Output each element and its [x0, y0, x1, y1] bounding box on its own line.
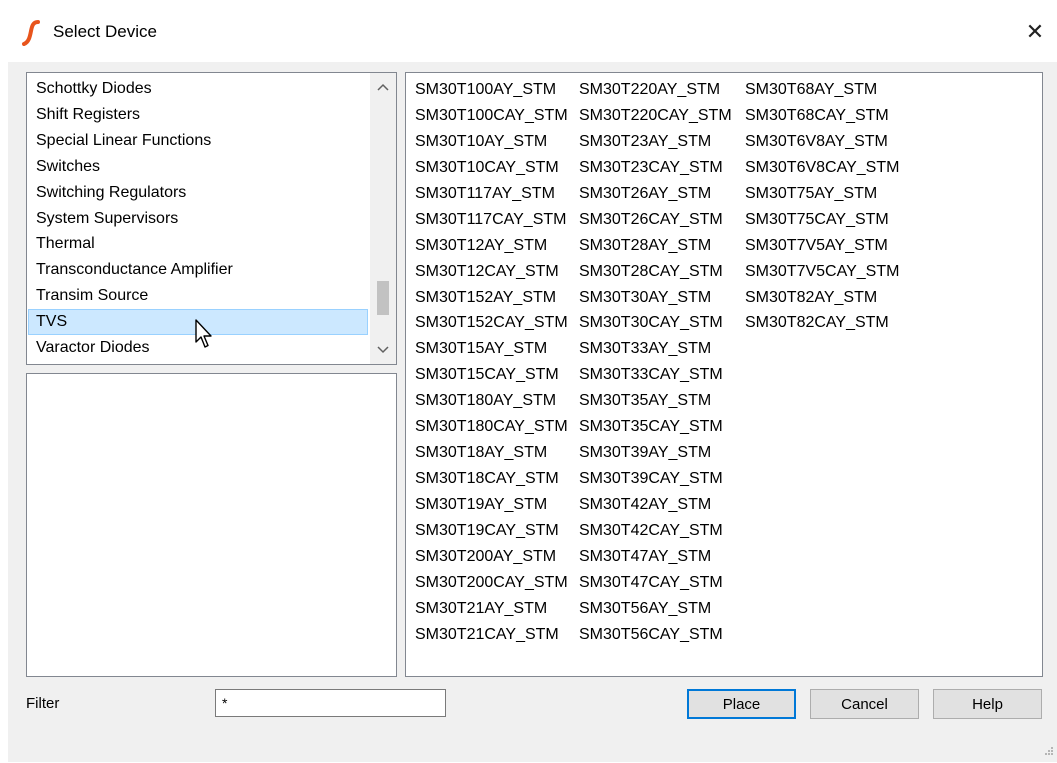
device-item[interactable]: SM30T100CAY_STM — [415, 103, 568, 129]
device-item[interactable]: SM30T12AY_STM — [415, 233, 568, 259]
device-item[interactable]: SM30T82CAY_STM — [745, 310, 899, 336]
device-item[interactable]: SM30T75CAY_STM — [745, 207, 899, 233]
category-item[interactable]: Transim Source — [28, 283, 368, 309]
device-item[interactable]: SM30T30CAY_STM — [579, 310, 732, 336]
scroll-thumb[interactable] — [377, 281, 389, 315]
device-item[interactable]: SM30T68CAY_STM — [745, 103, 899, 129]
window-title: Select Device — [53, 22, 157, 41]
device-item[interactable]: SM30T30AY_STM — [579, 285, 732, 311]
device-item[interactable]: SM30T35AY_STM — [579, 388, 732, 414]
device-item[interactable]: SM30T26AY_STM — [579, 181, 732, 207]
category-item[interactable]: System Supervisors — [28, 206, 368, 232]
device-item[interactable]: SM30T12CAY_STM — [415, 259, 568, 285]
device-item[interactable]: SM30T100AY_STM — [415, 77, 568, 103]
device-item[interactable]: SM30T28CAY_STM — [579, 259, 732, 285]
device-item[interactable]: SM30T19AY_STM — [415, 492, 568, 518]
place-button[interactable]: Place — [687, 689, 796, 719]
device-item[interactable]: SM30T19CAY_STM — [415, 518, 568, 544]
cancel-button[interactable]: Cancel — [810, 689, 919, 719]
device-item[interactable]: SM30T7V5CAY_STM — [745, 259, 899, 285]
device-item[interactable]: SM30T33CAY_STM — [579, 362, 732, 388]
device-item[interactable]: SM30T117AY_STM — [415, 181, 568, 207]
device-item[interactable]: SM30T56AY_STM — [579, 596, 732, 622]
device-item[interactable]: SM30T6V8AY_STM — [745, 129, 899, 155]
category-item[interactable]: Transconductance Amplifier — [28, 257, 368, 283]
category-item[interactable]: Schottky Diodes — [28, 76, 368, 102]
device-item[interactable]: SM30T23AY_STM — [579, 129, 732, 155]
device-column: SM30T68AY_STM SM30T68CAY_STM SM30T6V8AY_ST… — [745, 77, 899, 336]
device-item[interactable]: SM30T180CAY_STM — [415, 414, 568, 440]
filter-label: Filter — [26, 695, 60, 712]
device-column: SM30T100AY_STM SM30T100CAY_STM SM30T10AY_S… — [415, 77, 568, 648]
close-button[interactable]: ✕ — [1017, 14, 1053, 50]
device-item[interactable]: SM30T15AY_STM — [415, 336, 568, 362]
filter-input[interactable] — [215, 689, 446, 717]
scroll-down-arrow[interactable] — [370, 338, 396, 362]
device-item[interactable]: SM30T33AY_STM — [579, 336, 732, 362]
device-item[interactable]: SM30T152CAY_STM — [415, 310, 568, 336]
device-item[interactable]: SM30T117CAY_STM — [415, 207, 568, 233]
category-scrollbar[interactable] — [370, 73, 396, 364]
device-item[interactable]: SM30T56CAY_STM — [579, 622, 732, 648]
device-description-panel — [26, 373, 397, 677]
device-item[interactable]: SM30T15CAY_STM — [415, 362, 568, 388]
device-item[interactable]: SM30T21AY_STM — [415, 596, 568, 622]
device-item[interactable]: SM30T28AY_STM — [579, 233, 732, 259]
device-item[interactable]: SM30T18CAY_STM — [415, 466, 568, 492]
title-bar: Select Device ✕ — [0, 0, 1057, 62]
device-item[interactable]: SM30T10AY_STM — [415, 129, 568, 155]
device-list[interactable]: SM30T100AY_STM SM30T100CAY_STM SM30T10AY_S… — [405, 72, 1043, 677]
simetrix-logo-icon — [21, 20, 43, 46]
device-item[interactable]: SM30T42CAY_STM — [579, 518, 732, 544]
help-button[interactable]: Help — [933, 689, 1042, 719]
device-item[interactable]: SM30T10CAY_STM — [415, 155, 568, 181]
category-item[interactable]: Shift Registers — [28, 102, 368, 128]
device-item[interactable]: SM30T200AY_STM — [415, 544, 568, 570]
device-item[interactable]: SM30T23CAY_STM — [579, 155, 732, 181]
device-item[interactable]: SM30T220AY_STM — [579, 77, 732, 103]
resize-grip-icon[interactable] — [1040, 744, 1054, 758]
device-item[interactable]: SM30T35CAY_STM — [579, 414, 732, 440]
device-item[interactable]: SM30T6V8CAY_STM — [745, 155, 899, 181]
device-item[interactable]: SM30T82AY_STM — [745, 285, 899, 311]
close-icon: ✕ — [1025, 19, 1045, 44]
device-item[interactable]: SM30T47CAY_STM — [579, 570, 732, 596]
device-item[interactable]: SM30T39AY_STM — [579, 440, 732, 466]
device-item[interactable]: SM30T200CAY_STM — [415, 570, 568, 596]
category-item[interactable]: Switches — [28, 154, 368, 180]
device-item[interactable]: SM30T47AY_STM — [579, 544, 732, 570]
device-item[interactable]: SM30T42AY_STM — [579, 492, 732, 518]
device-item[interactable]: SM30T180AY_STM — [415, 388, 568, 414]
device-column: SM30T220AY_STM SM30T220CAY_STM SM30T23AY_S… — [579, 77, 732, 648]
scroll-up-arrow[interactable] — [370, 75, 396, 99]
device-item[interactable]: SM30T39CAY_STM — [579, 466, 732, 492]
device-item[interactable]: SM30T220CAY_STM — [579, 103, 732, 129]
device-item[interactable]: SM30T18AY_STM — [415, 440, 568, 466]
window-left-edge — [0, 62, 8, 762]
device-item[interactable]: SM30T152AY_STM — [415, 285, 568, 311]
mouse-pointer-icon — [194, 318, 216, 350]
device-item[interactable]: SM30T75AY_STM — [745, 181, 899, 207]
device-item[interactable]: SM30T26CAY_STM — [579, 207, 732, 233]
device-item[interactable]: SM30T7V5AY_STM — [745, 233, 899, 259]
device-item[interactable]: SM30T21CAY_STM — [415, 622, 568, 648]
category-item[interactable]: Special Linear Functions — [28, 128, 368, 154]
category-item[interactable]: Thermal — [28, 231, 368, 257]
device-item[interactable]: SM30T68AY_STM — [745, 77, 899, 103]
category-item[interactable]: Switching Regulators — [28, 180, 368, 206]
